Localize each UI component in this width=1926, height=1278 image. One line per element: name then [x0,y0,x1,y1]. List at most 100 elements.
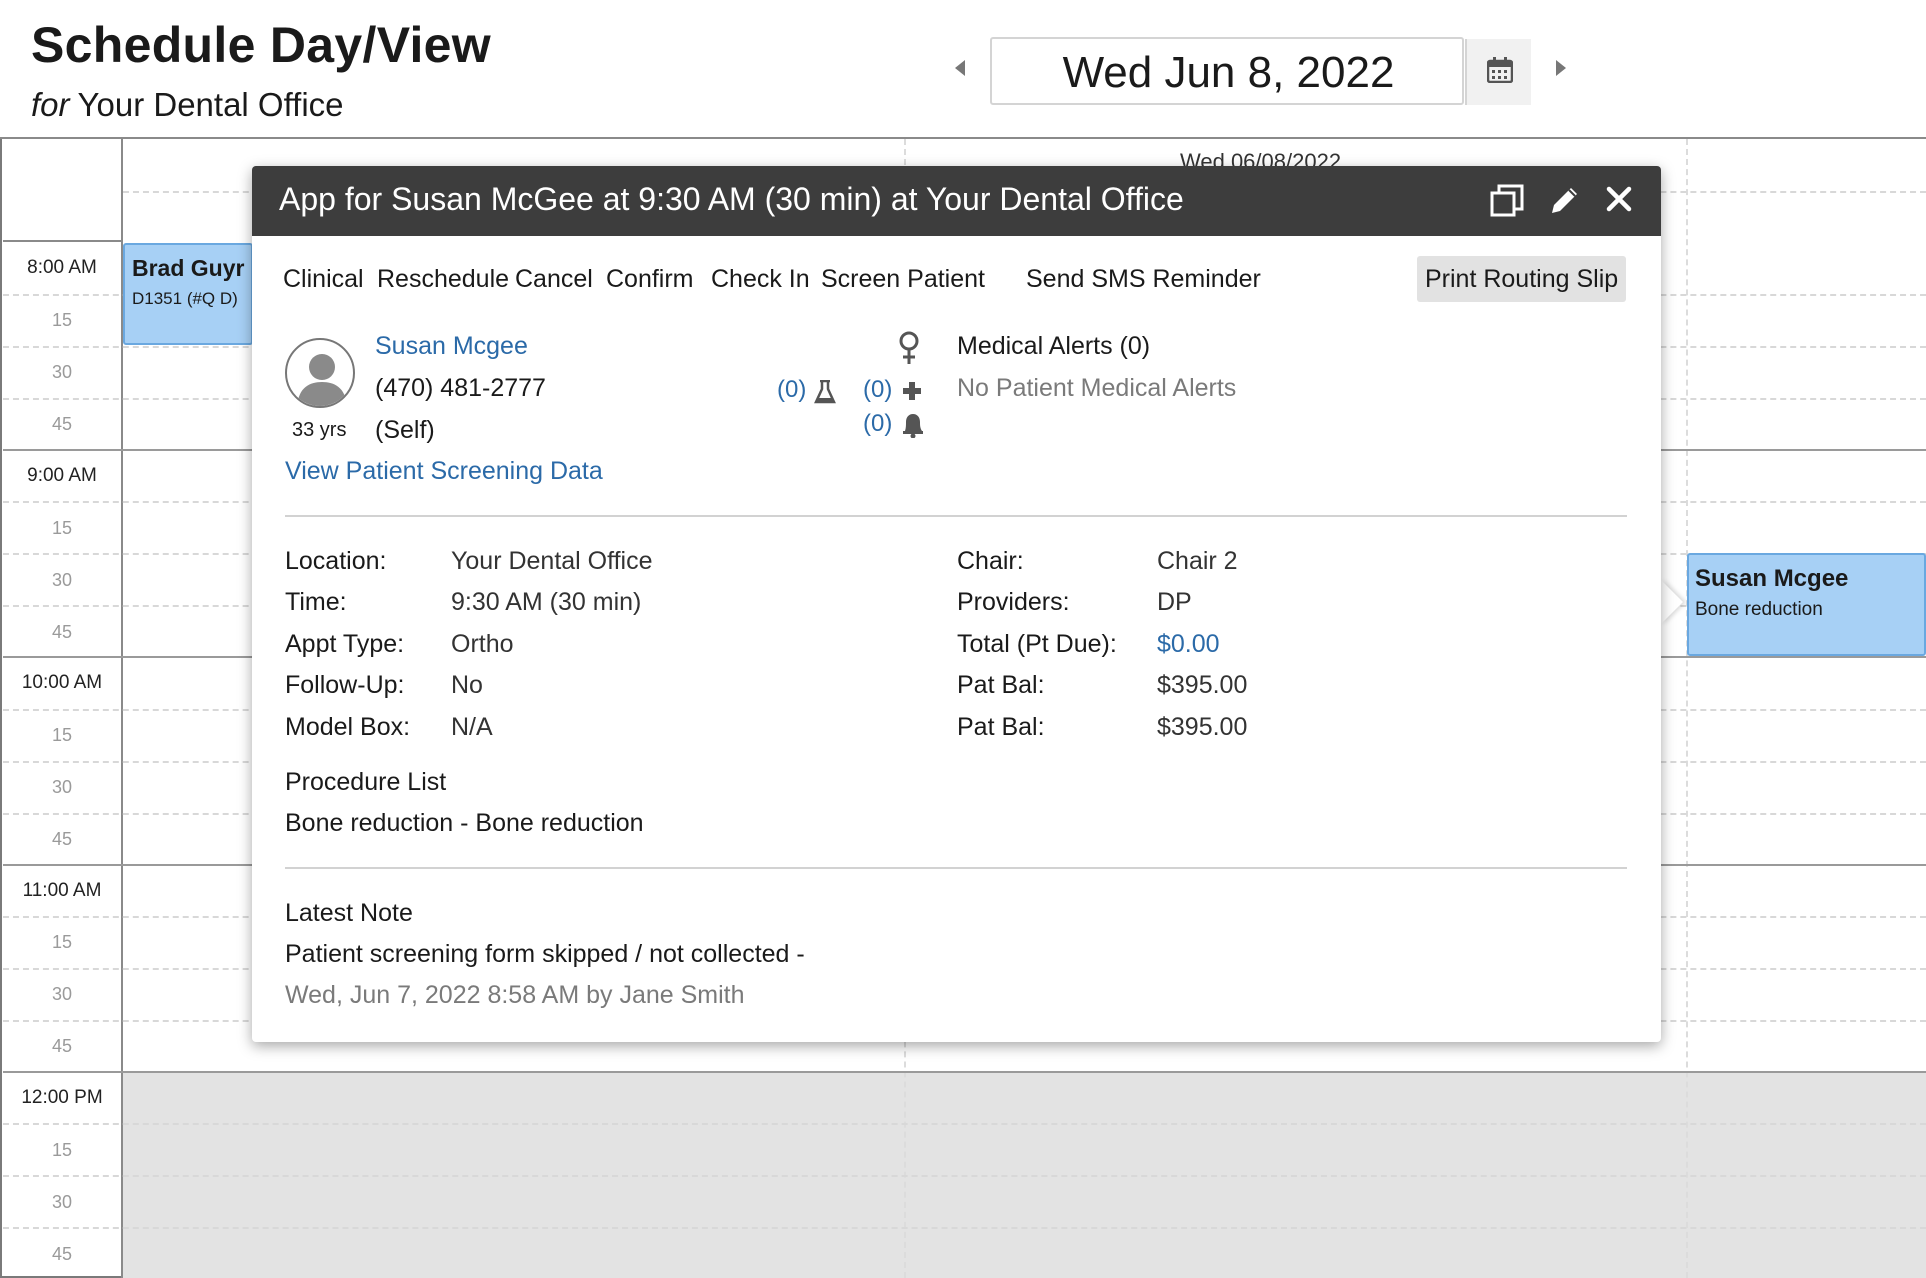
quarter-label: 15 [51,932,73,952]
quarter-label: 30 [51,777,73,797]
total-pt-due-label: Total (Pt Due): [957,630,1117,658]
medical-alerts-none: No Patient Medical Alerts [957,374,1237,402]
date-picker[interactable]: Wed Jun 8, 2022 [990,37,1531,105]
reschedule-button[interactable]: Reschedule [369,256,517,302]
female-icon [899,331,919,364]
hour-label: 11:00 AM [22,880,102,901]
clinical-button[interactable]: Clinical [275,256,372,302]
quarter-label: 30 [51,362,73,382]
medical-count[interactable]: (0) [863,376,892,404]
pencil-icon[interactable] [1548,183,1582,217]
time-column-header [3,139,123,242]
plus-icon [903,382,921,400]
popup-title: App for Susan McGee at 9:30 AM (30 min) … [279,181,1184,217]
appointment-block[interactable]: Susan Mcgee Bone reduction [1687,553,1926,656]
quarter-label: 15 [51,518,73,538]
model-box-label: Model Box: [285,713,411,741]
calendar-button[interactable] [1465,39,1531,105]
patient-relation: (Self) [375,416,435,444]
quarter-label: 45 [51,1036,73,1056]
quarter-label: 30 [51,1192,73,1212]
selected-date[interactable]: Wed Jun 8, 2022 [992,39,1465,105]
section-divider [285,515,1627,517]
providers-label: Providers: [957,588,1070,616]
patient-name-link[interactable]: Susan Mcgee [375,332,528,361]
appointment-detail: D1351 (#Q D) [132,289,238,308]
time-value: 9:30 AM (30 min) [451,588,642,616]
page-header: Schedule Day/View for Your Dental Office … [0,0,1926,139]
popup-action-bar: Clinical Reschedule Cancel Confirm Check… [252,256,1661,302]
previous-day-arrow-icon[interactable] [955,60,965,76]
hour-label: 9:00 AM [27,465,97,486]
quarter-label: 45 [51,414,73,434]
patient-phone: (470) 481-2777 [375,374,546,402]
next-day-arrow-icon[interactable] [1556,60,1566,76]
patient-age: 33 yrs [292,419,347,441]
quarter-label: 30 [51,570,73,590]
appointment-block[interactable]: Brad Guyr D1351 (#Q D) [123,243,253,345]
quarter-gridline [3,1175,1926,1177]
follow-up-value: No [451,671,483,699]
office-name: Your Dental Office [77,86,344,123]
appointment-detail: Bone reduction [1695,599,1823,620]
hour-label: 10:00 AM [21,672,103,693]
model-box-value: N/A [451,713,493,741]
lab-count[interactable]: (0) [777,376,806,404]
quarter-label: 30 [51,984,73,1004]
latest-note-meta: Wed, Jun 7, 2022 8:58 AM by Jane Smith [285,981,745,1009]
latest-note-text: Patient screening form skipped / not col… [285,940,805,968]
hour-label: 8:00 AM [27,257,97,278]
screen-patient-button[interactable]: Screen Patient [813,256,993,302]
page-title: Schedule Day/View [31,17,491,73]
person-icon [297,354,347,406]
patient-avatar [285,338,355,408]
procedure-list-item: Bone reduction - Bone reduction [285,809,644,837]
subtitle-prefix: for [31,86,70,123]
print-routing-slip-button[interactable]: Print Routing Slip [1417,256,1627,302]
popup-header: App for Susan McGee at 9:30 AM (30 min) … [252,166,1661,236]
total-pt-due-value[interactable]: $0.00 [1157,630,1220,659]
appt-type-value: Ortho [451,630,514,658]
appointment-popup: App for Susan McGee at 9:30 AM (30 min) … [252,166,1661,1042]
quarter-gridline [3,1227,1926,1229]
popup-pointer [1661,580,1683,624]
quarter-label: 15 [51,1140,73,1160]
close-icon[interactable] [1606,186,1632,212]
medical-alerts-title: Medical Alerts (0) [957,332,1151,360]
cancel-button[interactable]: Cancel [507,256,601,302]
page-subtitle: for Your Dental Office [31,86,344,124]
follow-up-label: Follow-Up: [285,671,405,699]
time-label: Time: [285,588,347,616]
quarter-label: 15 [51,725,73,745]
latest-note-title: Latest Note [285,899,413,927]
location-label: Location: [285,547,387,575]
providers-value: DP [1157,588,1192,616]
chair-value: Chair 2 [1157,547,1238,575]
confirm-button[interactable]: Confirm [598,256,702,302]
appointment-patient-name: Brad Guyr [132,255,245,281]
quarter-label: 45 [51,1244,73,1264]
quarter-label: 45 [51,829,73,849]
copy-icon[interactable] [1489,183,1525,219]
quarter-label: 15 [51,310,73,330]
quarter-gridline [3,1123,1926,1125]
quarter-label: 45 [51,622,73,642]
appt-type-label: Appt Type: [285,630,405,658]
send-sms-reminder-button[interactable]: Send SMS Reminder [1018,256,1269,302]
check-in-button[interactable]: Check In [703,256,818,302]
pat-bal-label: Pat Bal: [957,671,1045,699]
calendar-icon [1487,57,1513,83]
appointment-patient-name: Susan Mcgee [1695,565,1849,592]
pat-bal-value: $395.00 [1157,713,1248,741]
chair-label: Chair: [957,547,1024,575]
location-value: Your Dental Office [451,547,653,575]
bell-icon [903,414,923,438]
procedure-list-title: Procedure List [285,768,447,796]
hour-label: 12:00 PM [21,1087,103,1108]
pat-bal-label: Pat Bal: [957,713,1045,741]
alert-count[interactable]: (0) [863,410,892,438]
hour-gridline [3,1071,1926,1073]
flask-icon [814,380,836,404]
view-screening-data-link[interactable]: View Patient Screening Data [285,457,603,486]
section-divider [285,867,1627,869]
